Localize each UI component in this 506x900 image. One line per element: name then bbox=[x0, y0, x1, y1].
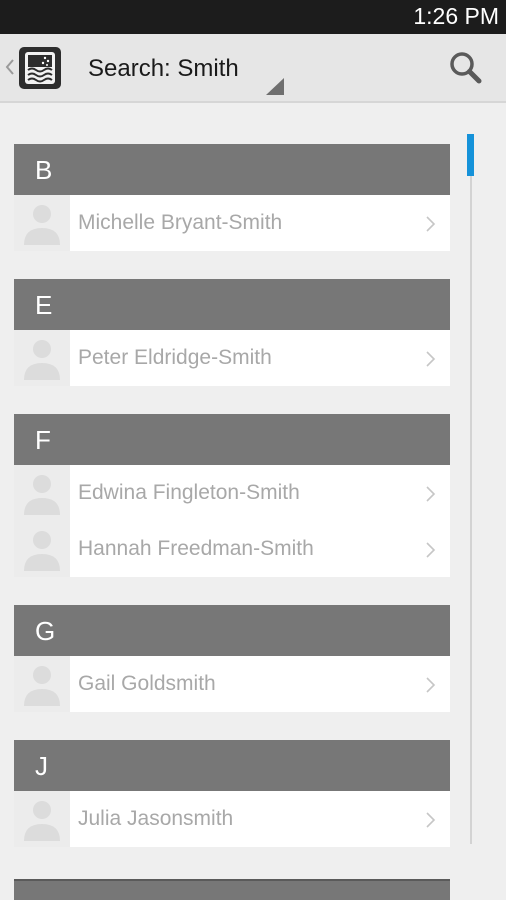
chevron-right-icon bbox=[424, 484, 436, 504]
avatar-placeholder-icon bbox=[14, 195, 70, 251]
app-logo-icon[interactable] bbox=[19, 47, 61, 89]
search-icon[interactable] bbox=[446, 48, 486, 88]
list-item[interactable]: Julia Jasonsmith bbox=[14, 791, 450, 847]
avatar-placeholder-icon bbox=[14, 656, 70, 712]
chevron-right-icon bbox=[424, 810, 436, 830]
status-time: 1:26 PM bbox=[413, 3, 499, 29]
chevron-right-icon bbox=[424, 540, 436, 560]
section-header: G bbox=[14, 605, 450, 656]
contact-name: Gail Goldsmith bbox=[78, 672, 216, 695]
avatar-placeholder-icon bbox=[14, 791, 70, 847]
avatar-placeholder-icon bbox=[14, 521, 70, 577]
contact-name: Hannah Freedman-Smith bbox=[78, 537, 314, 560]
dropdown-triangle-icon[interactable] bbox=[266, 78, 284, 95]
chevron-left-icon[interactable] bbox=[4, 52, 16, 82]
avatar-placeholder-icon bbox=[14, 465, 70, 521]
list-item[interactable]: Peter Eldridge-Smith bbox=[14, 330, 450, 386]
list-item[interactable]: Edwina Fingleton-Smith bbox=[14, 465, 450, 521]
action-bar: Search: Smith bbox=[0, 34, 506, 103]
status-bar: 1:26 PM bbox=[0, 0, 506, 34]
contact-list: B Michelle Bryant-Smith E Peter Eldridge… bbox=[14, 144, 450, 875]
page-title[interactable]: Search: Smith bbox=[88, 55, 239, 83]
list-item[interactable]: Gail Goldsmith bbox=[14, 656, 450, 712]
section-header: J bbox=[14, 740, 450, 791]
list-item[interactable]: Hannah Freedman-Smith bbox=[14, 521, 450, 577]
scrollbar-thumb[interactable] bbox=[467, 134, 474, 176]
section-j: J Julia Jasonsmith bbox=[14, 740, 450, 847]
section-f: F Edwina Fingleton-Smith Hannah Freedman… bbox=[14, 414, 450, 577]
list-item[interactable]: Michelle Bryant-Smith bbox=[14, 195, 450, 251]
chevron-right-icon bbox=[424, 214, 436, 234]
contact-name: Michelle Bryant-Smith bbox=[78, 211, 283, 234]
scrollbar-track[interactable] bbox=[470, 134, 472, 844]
contact-name: Edwina Fingleton-Smith bbox=[78, 481, 300, 504]
contact-name: Peter Eldridge-Smith bbox=[78, 346, 272, 369]
chevron-right-icon bbox=[424, 349, 436, 369]
contact-name: Julia Jasonsmith bbox=[78, 807, 234, 830]
section-b: B Michelle Bryant-Smith bbox=[14, 144, 450, 251]
section-header: F bbox=[14, 414, 450, 465]
section-e: E Peter Eldridge-Smith bbox=[14, 279, 450, 386]
section-header: B bbox=[14, 144, 450, 195]
section-g: G Gail Goldsmith bbox=[14, 605, 450, 712]
section-header: E bbox=[14, 279, 450, 330]
avatar-placeholder-icon bbox=[14, 330, 70, 386]
section-header-partial bbox=[14, 879, 450, 900]
chevron-right-icon bbox=[424, 675, 436, 695]
